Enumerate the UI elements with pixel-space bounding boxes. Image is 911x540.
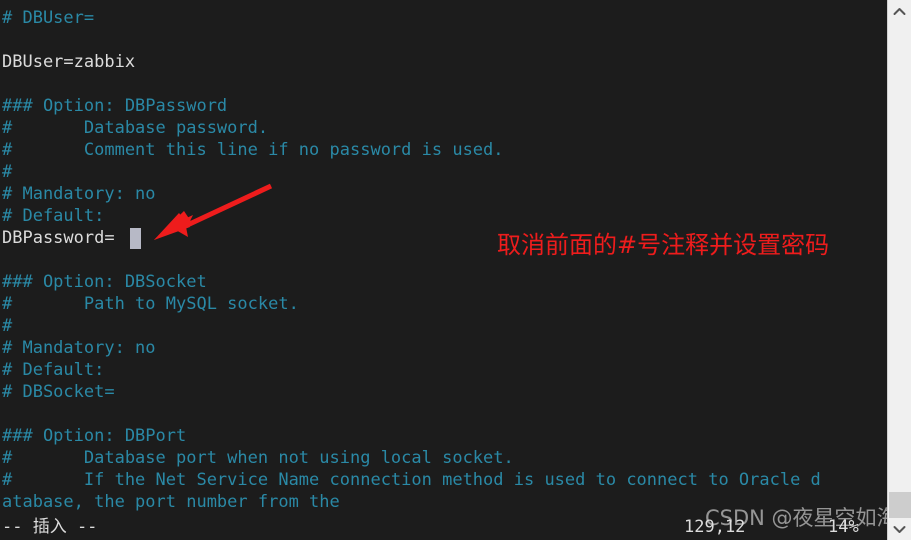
editor-line: atabase, the port number from the [2,492,340,512]
editor-line: # Default: [2,206,105,226]
annotation-label: 取消前面的#号注释并设置密码 [497,231,830,259]
chevron-down-icon[interactable] [888,518,911,540]
editor-line: # Comment this line if no password is us… [2,140,504,160]
editor-mode-indicator: -- 插入 -- [2,517,98,537]
vertical-scrollbar[interactable] [887,0,911,540]
editor-line: # Path to MySQL socket. [2,294,299,314]
editor-line: # [2,162,13,182]
terminal-window: # DBUser= DBUser=zabbix ### Option: DBPa… [0,0,911,540]
editor-line: ### Option: DBPassword [2,96,228,116]
editor-text-area[interactable]: # DBUser= DBUser=zabbix ### Option: DBPa… [0,0,887,540]
editor-line: # Mandatory: no [2,184,156,204]
scrollbar-track[interactable] [888,22,911,518]
editor-line: # [2,316,13,336]
editor-line: # Default: [2,360,105,380]
editor-line: # DBSocket= [2,382,115,402]
scrollbar-thumb[interactable] [889,492,911,518]
editor-line: # Database password. [2,118,269,138]
cursor-position-indicator: 129,12 [684,517,746,537]
editor-line: # If the Net Service Name connection met… [2,470,821,490]
editor-line: # Mandatory: no [2,338,156,358]
editor-line: # DBUser= [2,8,95,28]
editor-line: DBUser=zabbix [2,52,136,72]
editor-line: ### Option: DBSocket [2,272,207,292]
editor-line: # Database port when not using local soc… [2,448,514,468]
scroll-percent-indicator: 14% [828,517,859,537]
editor-line-dbpassword: DBPassword= [2,228,115,248]
text-cursor [130,228,141,249]
editor-status-bar: -- 插入 -- 129,12 14% [0,514,887,540]
editor-line: ### Option: DBPort [2,426,187,446]
chevron-up-icon[interactable] [888,0,911,22]
